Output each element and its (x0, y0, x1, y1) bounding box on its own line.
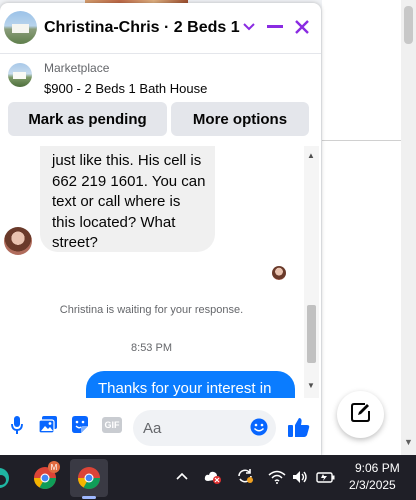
page-scroll-down-arrow[interactable]: ▼ (404, 437, 413, 447)
message-scroll-down-arrow[interactable]: ▼ (307, 381, 315, 390)
incoming-message-bubble[interactable]: just like this. His cell is 662 219 1601… (40, 146, 215, 252)
incoming-message-line: 662 219 1601. You can (52, 172, 206, 190)
chrome-profile-icon[interactable]: M (26, 459, 64, 497)
photo-icon[interactable] (37, 414, 59, 436)
edge-icon[interactable] (0, 459, 18, 497)
emoji-icon[interactable] (248, 416, 270, 438)
listing-source: Marketplace (44, 61, 110, 75)
conversation-title[interactable]: Christina-Chris · 2 Beds 1 B... (44, 19, 240, 37)
active-app-indicator (82, 496, 96, 499)
message-scrollbar[interactable]: ▲ ▼ (304, 146, 319, 398)
message-scroll-up-arrow[interactable]: ▲ (307, 151, 315, 160)
incoming-message-line: street? (52, 234, 98, 251)
chrome-active-icon[interactable] (70, 459, 108, 497)
listing-thumbnail (8, 63, 32, 87)
sync-icon[interactable] (236, 468, 254, 487)
battery-icon[interactable] (316, 470, 336, 487)
outgoing-message-text: Thanks for your interest in (98, 380, 272, 397)
message-list: just like this. His cell is 662 219 1601… (0, 146, 303, 398)
thumbs-up-icon[interactable] (288, 416, 310, 438)
message-input-placeholder: Aa (143, 420, 162, 437)
gif-icon[interactable]: GIF (102, 417, 122, 433)
incoming-message-line: text or call where is (52, 193, 181, 210)
message-scrollbar-thumb[interactable] (307, 305, 316, 363)
mark-as-pending-button[interactable]: Mark as pending (8, 102, 167, 136)
waiting-notice: Christina is waiting for your response. (59, 304, 244, 316)
close-icon[interactable] (291, 16, 313, 38)
listing-banner[interactable]: Marketplace $900 - 2 Beds 1 Bath House (0, 54, 321, 102)
wifi-icon[interactable] (268, 470, 286, 487)
sender-avatar[interactable] (4, 227, 32, 255)
chat-window: Christina-Chris · 2 Beds 1 B... Marketpl… (0, 3, 321, 455)
microphone-icon[interactable] (6, 414, 28, 436)
chevron-up-icon[interactable] (176, 467, 188, 483)
background-divider (322, 140, 402, 141)
incoming-message-text: just like this. His cell is 662 219 1601… (52, 151, 212, 254)
seen-indicator-avatar (272, 266, 286, 280)
more-options-button[interactable]: More options (171, 102, 309, 136)
profile-badge: M (48, 461, 60, 473)
chat-header: Christina-Chris · 2 Beds 1 B... (0, 3, 321, 54)
volume-icon[interactable] (292, 470, 310, 487)
message-timestamp: 8:53 PM (131, 342, 172, 354)
chevron-down-icon[interactable] (238, 16, 260, 38)
clock-time[interactable]: 9:06 PM (355, 461, 400, 475)
listing-title: $900 - 2 Beds 1 Bath House (44, 81, 208, 96)
page-scrollbar-thumb[interactable] (404, 6, 413, 44)
page-scrollbar[interactable]: ▼ (401, 0, 416, 455)
conversation-avatar[interactable] (4, 11, 37, 44)
compose-icon (350, 402, 371, 427)
incoming-message-line: this located? What (52, 213, 176, 231)
clock-date[interactable]: 2/3/2025 (349, 478, 396, 492)
cloud-error-icon[interactable] (204, 470, 222, 487)
minimize-icon[interactable] (264, 16, 286, 38)
new-message-button[interactable] (337, 391, 384, 438)
incoming-message-line: just like this. His cell is (52, 152, 202, 169)
sticker-icon[interactable] (69, 414, 91, 436)
outgoing-message-bubble[interactable]: Thanks for your interest in (86, 371, 295, 398)
